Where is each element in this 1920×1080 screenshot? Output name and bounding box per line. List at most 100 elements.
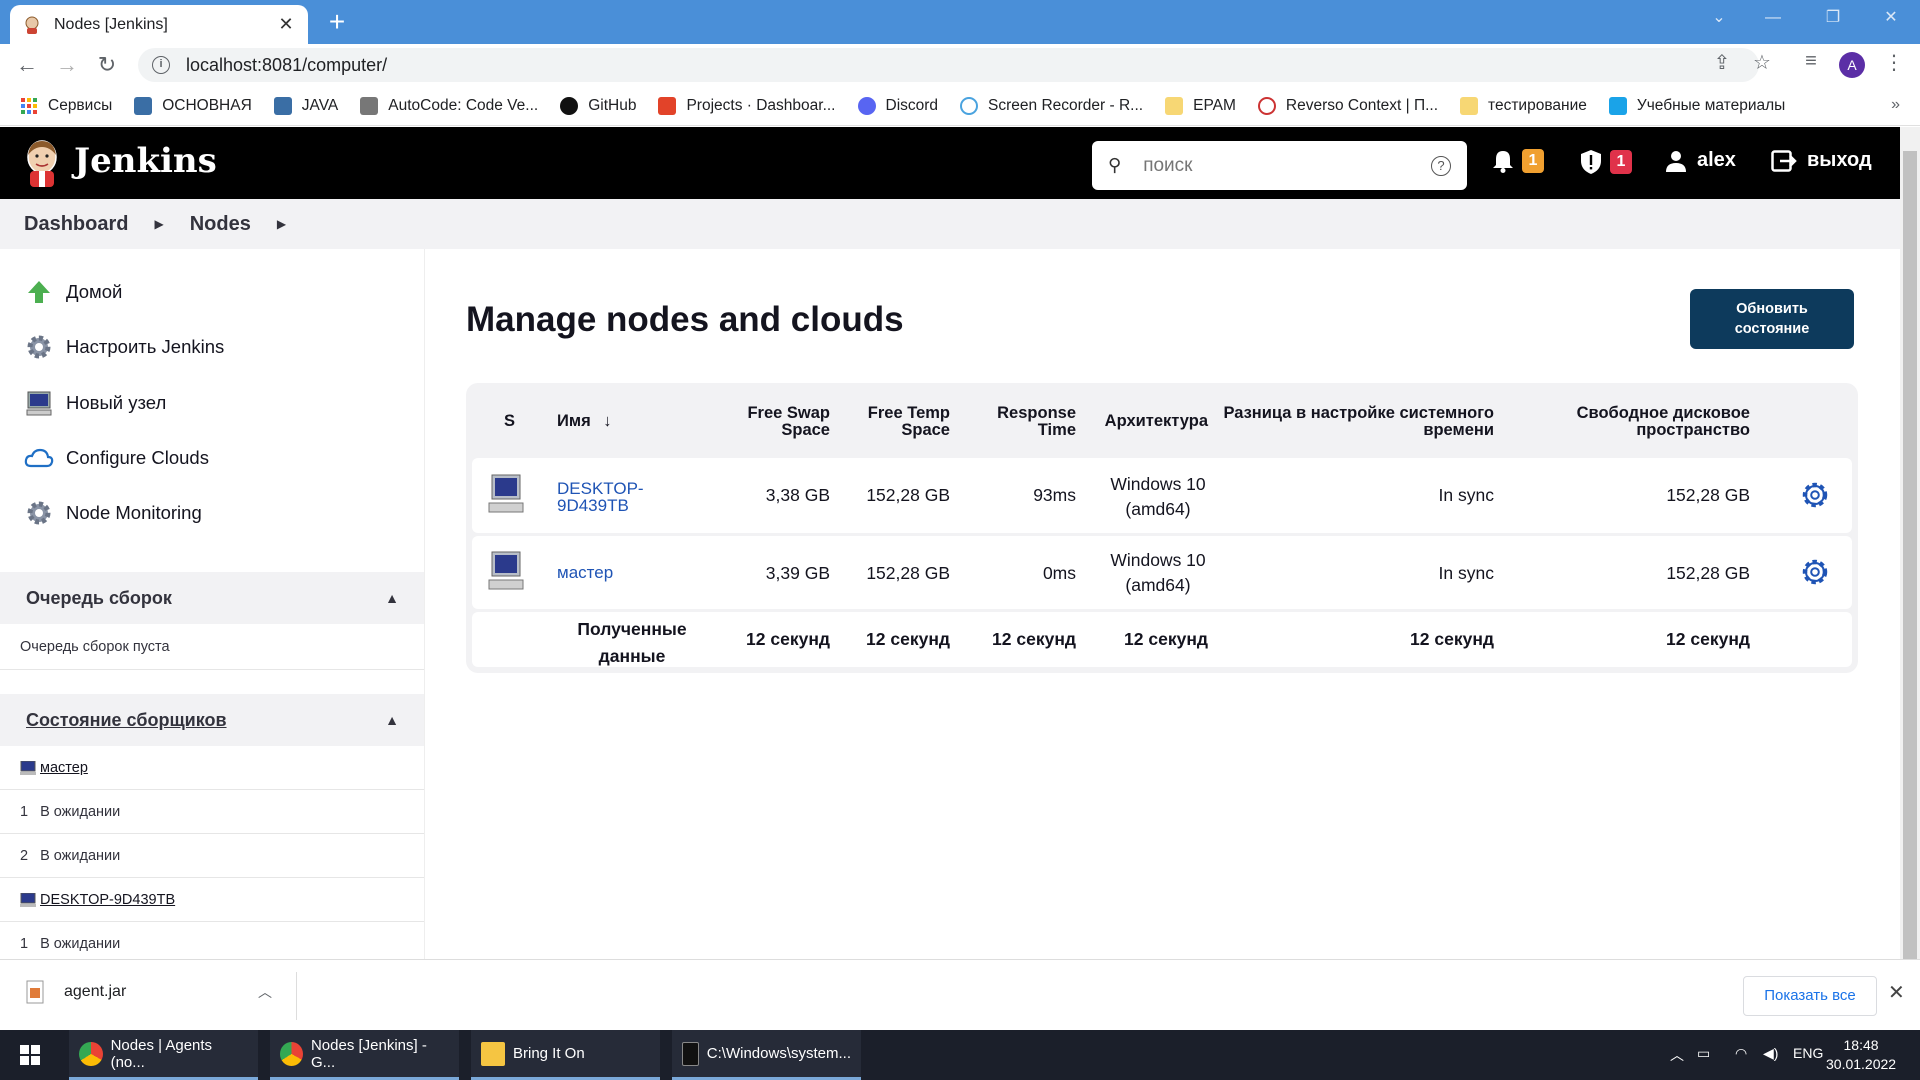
bookmark-epam[interactable]: EPAM	[1165, 96, 1236, 115]
executors-title[interactable]: Состояние сборщиков	[26, 710, 227, 731]
gear-icon[interactable]	[1800, 480, 1830, 510]
battery-icon[interactable]: ▭	[1697, 1045, 1710, 1062]
breadcrumb-chevron-icon[interactable]: ▶	[154, 217, 163, 231]
bookmark-gitlab[interactable]: Projects · Dashboar...	[658, 96, 836, 115]
jenkins-logo-icon[interactable]	[20, 137, 64, 189]
executors-header[interactable]: Состояние сборщиков ▲	[0, 694, 424, 746]
back-icon[interactable]: ←	[12, 50, 42, 80]
bookmark-osnovnaya[interactable]: ОСНОВНАЯ	[134, 96, 252, 115]
column-header-swap[interactable]: Free Swap Space	[712, 405, 830, 439]
show-all-downloads-button[interactable]: Показать все	[1743, 976, 1877, 1016]
reverso-icon	[1257, 96, 1276, 115]
notifications-button[interactable]: 1	[1492, 149, 1544, 173]
column-header-temp[interactable]: Free Temp Space	[850, 405, 950, 439]
cell-disk: 152,28 GB	[1666, 563, 1750, 583]
sidebar-task-configure-jenkins[interactable]: Настроить Jenkins	[24, 332, 224, 362]
reload-icon[interactable]: ↻	[92, 50, 122, 80]
share-icon[interactable]: ⇪	[1707, 50, 1737, 75]
tab-close-icon[interactable]: ✕	[276, 14, 296, 35]
gear-icon	[24, 498, 54, 528]
gear-icon[interactable]	[1800, 557, 1830, 587]
user-button[interactable]: alex	[1665, 149, 1736, 172]
collapse-chevron-icon[interactable]: ▲	[385, 590, 399, 606]
breadcrumb-nodes[interactable]: Nodes	[190, 213, 251, 236]
more-bookmarks-icon[interactable]: »	[1891, 96, 1900, 114]
bookmark-apps[interactable]: Сервисы	[20, 97, 112, 115]
bookmark-screen-recorder[interactable]: Screen Recorder - R...	[960, 96, 1143, 115]
bookmark-github[interactable]: GitHub	[560, 96, 636, 115]
logout-button[interactable]: выход	[1771, 149, 1872, 172]
refresh-status-button[interactable]: Обновить состояние	[1690, 289, 1854, 349]
security-button[interactable]: 1	[1580, 149, 1632, 175]
sidebar-task-node-monitoring[interactable]: Node Monitoring	[24, 498, 202, 528]
page-scrollbar[interactable]	[1900, 127, 1920, 959]
bookmark-study[interactable]: Учебные материалы	[1608, 96, 1785, 115]
study-icon	[1608, 96, 1627, 115]
sidebar-task-new-node[interactable]: Новый узел	[24, 388, 166, 418]
reading-list-icon[interactable]: ≡	[1796, 50, 1826, 73]
volume-icon[interactable]: ◀)	[1763, 1045, 1778, 1062]
search-help-icon[interactable]: ?	[1431, 155, 1451, 176]
column-header-clock[interactable]: Разница в настройке системного времени	[1216, 405, 1494, 439]
cell-temp: 152,28 GB	[866, 485, 950, 505]
bookmark-star-icon[interactable]: ☆	[1747, 50, 1777, 75]
bookmark-autocode[interactable]: AutoCode: Code Ve...	[360, 96, 538, 115]
bookmark-reverso[interactable]: Reverso Context | П...	[1257, 96, 1438, 115]
search-input[interactable]	[1143, 154, 1431, 177]
search-box[interactable]: ⚲ ?	[1092, 141, 1467, 190]
column-header-name[interactable]: Имя ↓	[557, 413, 612, 430]
scrollbar-thumb[interactable]	[1903, 151, 1917, 959]
forward-icon[interactable]: →	[52, 50, 82, 80]
cell-arch: Windows 10 (amd64)	[1110, 550, 1206, 595]
sort-arrow-icon: ↓	[603, 412, 612, 430]
taskbar-item-explorer[interactable]: Bring It On	[471, 1030, 660, 1080]
column-header-status[interactable]: S	[504, 413, 515, 430]
show-hidden-icons-icon[interactable]: ︿	[1670, 1045, 1684, 1065]
browser-menu-icon[interactable]: ⋮	[1879, 50, 1909, 75]
taskbar-item-cmd[interactable]: C:\Windows\system...	[672, 1030, 861, 1080]
language-indicator[interactable]: ENG	[1793, 1045, 1823, 1061]
breadcrumb-dashboard[interactable]: Dashboard	[24, 213, 128, 236]
executor-node-link[interactable]: мастер	[20, 760, 88, 776]
bookmark-java[interactable]: JAVA	[273, 96, 338, 115]
download-options-chevron-icon[interactable]: ︿	[258, 982, 272, 1002]
new-tab-button[interactable]: +	[322, 7, 352, 37]
profile-avatar[interactable]: A	[1839, 52, 1865, 78]
bookmark-testing[interactable]: тестирование	[1460, 96, 1587, 115]
jenkins-brand[interactable]: Jenkins	[74, 141, 217, 181]
executor-node-row[interactable]: мастер	[0, 746, 424, 790]
executor-status: В ожидании	[40, 935, 121, 952]
sidebar-task-configure-clouds[interactable]: Configure Clouds	[24, 443, 209, 473]
computer-icon	[20, 760, 36, 775]
restore-window-icon[interactable]: ❐	[1810, 0, 1856, 40]
taskbar-item-chrome-2[interactable]: Nodes [Jenkins] - G...	[270, 1030, 459, 1080]
wifi-icon[interactable]: ◠	[1735, 1045, 1747, 1062]
tab-search-icon[interactable]: ⌄	[1696, 0, 1742, 40]
taskbar-clock[interactable]: 18:48 30.01.2022	[1826, 1036, 1896, 1074]
browser-tab-active[interactable]: Nodes [Jenkins] ✕	[10, 5, 308, 44]
breadcrumb-chevron-icon[interactable]: ▶	[277, 217, 286, 231]
minimize-window-icon[interactable]: —	[1750, 0, 1796, 40]
logout-label: выход	[1807, 149, 1872, 171]
executor-node-link[interactable]: DESKTOP-9D439TB	[20, 892, 175, 908]
executor-node-row[interactable]: DESKTOP-9D439TB	[0, 878, 424, 922]
column-header-response[interactable]: Response Time	[976, 405, 1076, 439]
address-bar[interactable]: i localhost:8081/computer/	[138, 48, 1759, 82]
build-queue-header[interactable]: Очередь сборок ▲	[0, 572, 424, 624]
footer-clock: 12 секунд	[1410, 629, 1494, 649]
collapse-chevron-icon[interactable]: ▲	[385, 712, 399, 728]
close-window-icon[interactable]: ✕	[1868, 0, 1914, 40]
download-item[interactable]: agent.jar	[24, 980, 126, 1004]
column-header-arch[interactable]: Архитектура	[1098, 413, 1208, 430]
taskbar-item-chrome-1[interactable]: Nodes | Agents (no...	[69, 1030, 258, 1080]
windows-start-icon[interactable]	[20, 1045, 40, 1065]
column-header-disk[interactable]: Свободное дисковое пространство	[1546, 405, 1750, 439]
node-link[interactable]: DESKTOP-9D439TB	[557, 480, 677, 514]
bookmark-discord[interactable]: Discord	[857, 96, 938, 115]
sidebar-task-home[interactable]: Домой	[24, 277, 122, 307]
close-shelf-icon[interactable]: ✕	[1888, 980, 1905, 1005]
jar-file-icon	[26, 980, 44, 1004]
node-link[interactable]: мастер	[557, 564, 677, 581]
site-info-icon[interactable]: i	[152, 56, 170, 74]
download-shelf: agent.jar ︿ Показать все ✕	[0, 959, 1920, 1030]
